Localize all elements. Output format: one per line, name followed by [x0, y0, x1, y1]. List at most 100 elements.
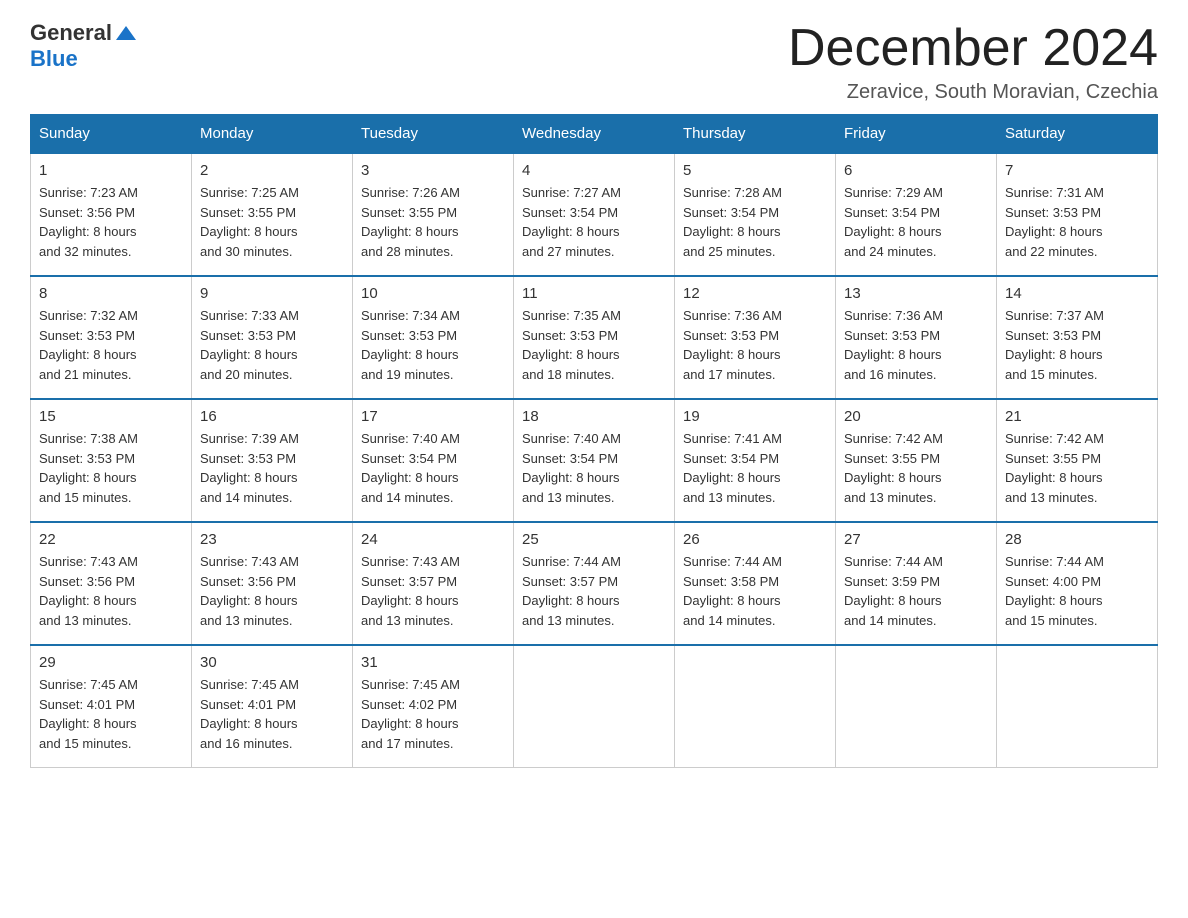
calendar-table: Sunday Monday Tuesday Wednesday Thursday…: [30, 114, 1158, 768]
table-row: [675, 645, 836, 768]
day-number: 25: [522, 531, 666, 548]
day-info: Sunrise: 7:27 AM Sunset: 3:54 PM Dayligh…: [522, 183, 666, 261]
day-info: Sunrise: 7:44 AM Sunset: 3:57 PM Dayligh…: [522, 552, 666, 630]
day-number: 4: [522, 162, 666, 179]
day-info: Sunrise: 7:36 AM Sunset: 3:53 PM Dayligh…: [844, 306, 988, 384]
day-info: Sunrise: 7:28 AM Sunset: 3:54 PM Dayligh…: [683, 183, 827, 261]
table-row: 10 Sunrise: 7:34 AM Sunset: 3:53 PM Dayl…: [353, 276, 514, 399]
day-number: 20: [844, 408, 988, 425]
table-row: 25 Sunrise: 7:44 AM Sunset: 3:57 PM Dayl…: [514, 522, 675, 645]
table-row: 12 Sunrise: 7:36 AM Sunset: 3:53 PM Dayl…: [675, 276, 836, 399]
table-row: [514, 645, 675, 768]
col-saturday: Saturday: [997, 115, 1158, 154]
day-number: 9: [200, 285, 344, 302]
day-info: Sunrise: 7:39 AM Sunset: 3:53 PM Dayligh…: [200, 429, 344, 507]
col-tuesday: Tuesday: [353, 115, 514, 154]
location-text: Zeravice, South Moravian, Czechia: [788, 81, 1158, 104]
day-info: Sunrise: 7:42 AM Sunset: 3:55 PM Dayligh…: [1005, 429, 1149, 507]
day-number: 21: [1005, 408, 1149, 425]
day-info: Sunrise: 7:29 AM Sunset: 3:54 PM Dayligh…: [844, 183, 988, 261]
day-number: 8: [39, 285, 183, 302]
table-row: 30 Sunrise: 7:45 AM Sunset: 4:01 PM Dayl…: [192, 645, 353, 768]
day-info: Sunrise: 7:36 AM Sunset: 3:53 PM Dayligh…: [683, 306, 827, 384]
table-row: 5 Sunrise: 7:28 AM Sunset: 3:54 PM Dayli…: [675, 153, 836, 276]
table-row: 28 Sunrise: 7:44 AM Sunset: 4:00 PM Dayl…: [997, 522, 1158, 645]
day-number: 7: [1005, 162, 1149, 179]
calendar-week-row: 15 Sunrise: 7:38 AM Sunset: 3:53 PM Dayl…: [31, 399, 1158, 522]
day-info: Sunrise: 7:37 AM Sunset: 3:53 PM Dayligh…: [1005, 306, 1149, 384]
table-row: 13 Sunrise: 7:36 AM Sunset: 3:53 PM Dayl…: [836, 276, 997, 399]
table-row: 31 Sunrise: 7:45 AM Sunset: 4:02 PM Dayl…: [353, 645, 514, 768]
table-row: 11 Sunrise: 7:35 AM Sunset: 3:53 PM Dayl…: [514, 276, 675, 399]
day-number: 17: [361, 408, 505, 425]
col-thursday: Thursday: [675, 115, 836, 154]
table-row: 16 Sunrise: 7:39 AM Sunset: 3:53 PM Dayl…: [192, 399, 353, 522]
day-info: Sunrise: 7:42 AM Sunset: 3:55 PM Dayligh…: [844, 429, 988, 507]
table-row: 17 Sunrise: 7:40 AM Sunset: 3:54 PM Dayl…: [353, 399, 514, 522]
page-header: General Blue December 2024 Zeravice, Sou…: [30, 20, 1158, 104]
table-row: 19 Sunrise: 7:41 AM Sunset: 3:54 PM Dayl…: [675, 399, 836, 522]
day-number: 2: [200, 162, 344, 179]
table-row: 23 Sunrise: 7:43 AM Sunset: 3:56 PM Dayl…: [192, 522, 353, 645]
day-info: Sunrise: 7:25 AM Sunset: 3:55 PM Dayligh…: [200, 183, 344, 261]
calendar-header-row: Sunday Monday Tuesday Wednesday Thursday…: [31, 115, 1158, 154]
table-row: 18 Sunrise: 7:40 AM Sunset: 3:54 PM Dayl…: [514, 399, 675, 522]
calendar-week-row: 22 Sunrise: 7:43 AM Sunset: 3:56 PM Dayl…: [31, 522, 1158, 645]
day-number: 18: [522, 408, 666, 425]
table-row: 4 Sunrise: 7:27 AM Sunset: 3:54 PM Dayli…: [514, 153, 675, 276]
table-row: 20 Sunrise: 7:42 AM Sunset: 3:55 PM Dayl…: [836, 399, 997, 522]
day-info: Sunrise: 7:40 AM Sunset: 3:54 PM Dayligh…: [522, 429, 666, 507]
col-friday: Friday: [836, 115, 997, 154]
day-info: Sunrise: 7:44 AM Sunset: 3:59 PM Dayligh…: [844, 552, 988, 630]
day-info: Sunrise: 7:23 AM Sunset: 3:56 PM Dayligh…: [39, 183, 183, 261]
table-row: 27 Sunrise: 7:44 AM Sunset: 3:59 PM Dayl…: [836, 522, 997, 645]
day-number: 14: [1005, 285, 1149, 302]
table-row: 9 Sunrise: 7:33 AM Sunset: 3:53 PM Dayli…: [192, 276, 353, 399]
day-number: 12: [683, 285, 827, 302]
col-sunday: Sunday: [31, 115, 192, 154]
day-number: 19: [683, 408, 827, 425]
day-number: 1: [39, 162, 183, 179]
day-number: 10: [361, 285, 505, 302]
table-row: 1 Sunrise: 7:23 AM Sunset: 3:56 PM Dayli…: [31, 153, 192, 276]
logo-blue-text: Blue: [30, 46, 136, 72]
table-row: 15 Sunrise: 7:38 AM Sunset: 3:53 PM Dayl…: [31, 399, 192, 522]
day-number: 30: [200, 654, 344, 671]
day-number: 27: [844, 531, 988, 548]
calendar-week-row: 8 Sunrise: 7:32 AM Sunset: 3:53 PM Dayli…: [31, 276, 1158, 399]
day-info: Sunrise: 7:34 AM Sunset: 3:53 PM Dayligh…: [361, 306, 505, 384]
day-number: 11: [522, 285, 666, 302]
calendar-week-row: 29 Sunrise: 7:45 AM Sunset: 4:01 PM Dayl…: [31, 645, 1158, 768]
day-number: 6: [844, 162, 988, 179]
day-info: Sunrise: 7:43 AM Sunset: 3:56 PM Dayligh…: [39, 552, 183, 630]
day-info: Sunrise: 7:41 AM Sunset: 3:54 PM Dayligh…: [683, 429, 827, 507]
table-row: 22 Sunrise: 7:43 AM Sunset: 3:56 PM Dayl…: [31, 522, 192, 645]
month-title: December 2024: [788, 20, 1158, 77]
col-wednesday: Wednesday: [514, 115, 675, 154]
day-info: Sunrise: 7:45 AM Sunset: 4:01 PM Dayligh…: [200, 675, 344, 753]
table-row: 6 Sunrise: 7:29 AM Sunset: 3:54 PM Dayli…: [836, 153, 997, 276]
logo-general-text: General: [30, 20, 112, 46]
day-info: Sunrise: 7:40 AM Sunset: 3:54 PM Dayligh…: [361, 429, 505, 507]
table-row: 21 Sunrise: 7:42 AM Sunset: 3:55 PM Dayl…: [997, 399, 1158, 522]
logo-triangle-icon: [116, 26, 136, 40]
logo: General Blue: [30, 20, 136, 73]
calendar-week-row: 1 Sunrise: 7:23 AM Sunset: 3:56 PM Dayli…: [31, 153, 1158, 276]
table-row: 24 Sunrise: 7:43 AM Sunset: 3:57 PM Dayl…: [353, 522, 514, 645]
day-info: Sunrise: 7:44 AM Sunset: 4:00 PM Dayligh…: [1005, 552, 1149, 630]
table-row: [997, 645, 1158, 768]
col-monday: Monday: [192, 115, 353, 154]
day-number: 31: [361, 654, 505, 671]
day-info: Sunrise: 7:43 AM Sunset: 3:56 PM Dayligh…: [200, 552, 344, 630]
table-row: 3 Sunrise: 7:26 AM Sunset: 3:55 PM Dayli…: [353, 153, 514, 276]
day-info: Sunrise: 7:44 AM Sunset: 3:58 PM Dayligh…: [683, 552, 827, 630]
day-number: 22: [39, 531, 183, 548]
table-row: 7 Sunrise: 7:31 AM Sunset: 3:53 PM Dayli…: [997, 153, 1158, 276]
day-info: Sunrise: 7:45 AM Sunset: 4:01 PM Dayligh…: [39, 675, 183, 753]
day-number: 3: [361, 162, 505, 179]
day-info: Sunrise: 7:32 AM Sunset: 3:53 PM Dayligh…: [39, 306, 183, 384]
day-number: 5: [683, 162, 827, 179]
day-number: 15: [39, 408, 183, 425]
table-row: 26 Sunrise: 7:44 AM Sunset: 3:58 PM Dayl…: [675, 522, 836, 645]
day-number: 26: [683, 531, 827, 548]
